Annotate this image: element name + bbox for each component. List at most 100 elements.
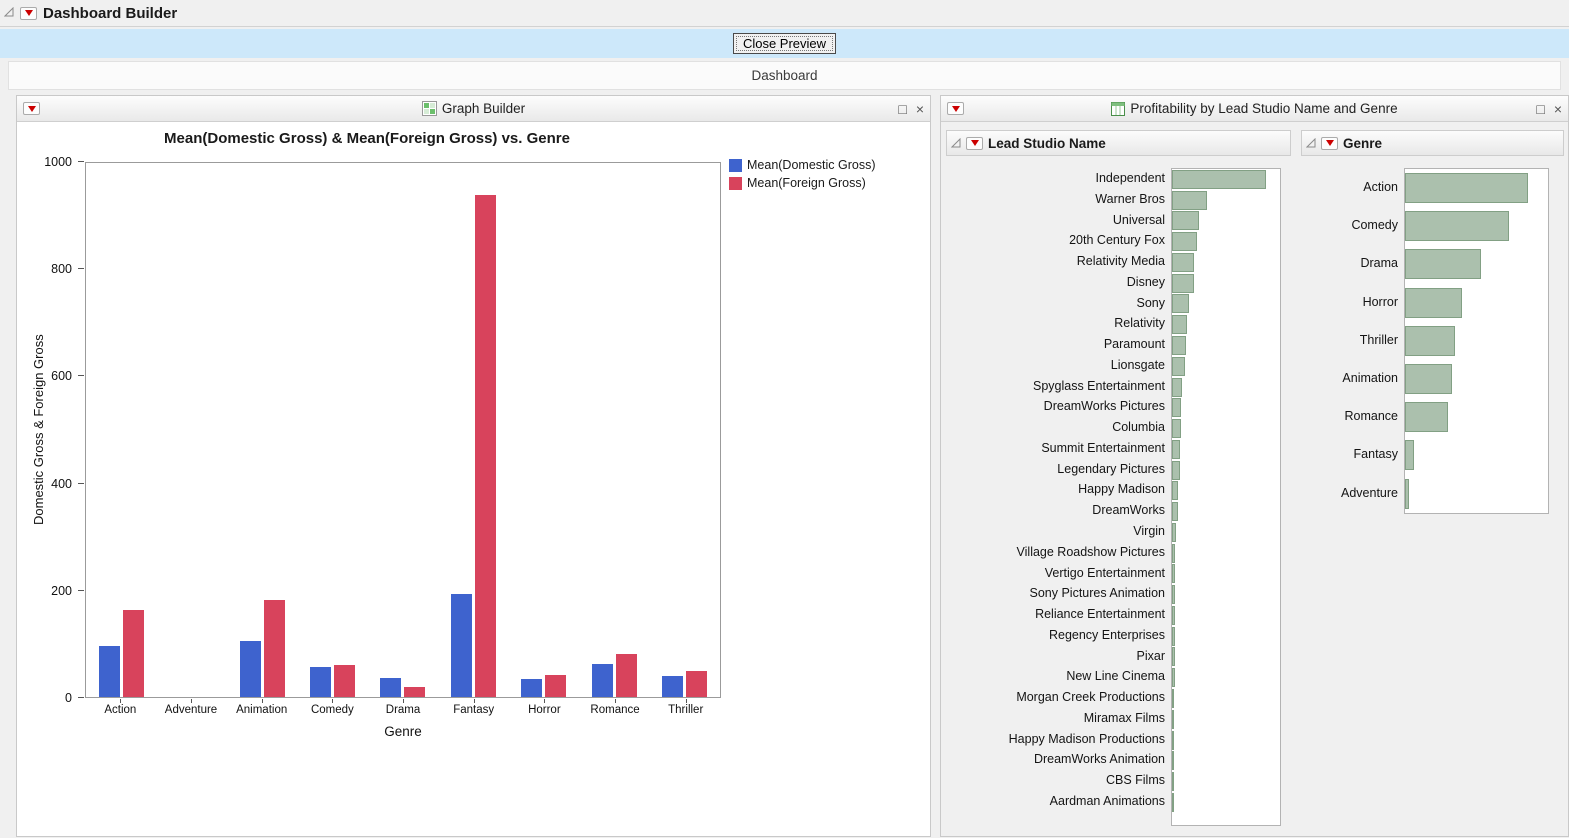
filter-bar[interactable]: [1172, 731, 1174, 750]
chart-bar[interactable]: [380, 678, 401, 697]
red-triangle-menu-button[interactable]: [947, 102, 964, 115]
filter-bar[interactable]: [1172, 523, 1176, 542]
filter-bar[interactable]: [1172, 606, 1175, 625]
chart-bar[interactable]: [686, 671, 707, 697]
filter-row-label[interactable]: Horror: [1301, 283, 1404, 321]
filter-row-label[interactable]: Virgin: [946, 521, 1171, 542]
disclosure-triangle-icon[interactable]: [951, 136, 961, 151]
close-preview-button[interactable]: Close Preview: [733, 33, 836, 54]
filter-row-label[interactable]: Relativity Media: [946, 251, 1171, 272]
filter-row-label[interactable]: Warner Bros: [946, 189, 1171, 210]
filter-row-label[interactable]: Sony Pictures Animation: [946, 583, 1171, 604]
filter-bar[interactable]: [1172, 751, 1174, 770]
filter-row-label[interactable]: Sony: [946, 293, 1171, 314]
filter-row-label[interactable]: DreamWorks Animation: [946, 749, 1171, 770]
filter-row-label[interactable]: DreamWorks Pictures: [946, 396, 1171, 417]
filter-bar[interactable]: [1405, 326, 1455, 356]
filter-row-label[interactable]: DreamWorks: [946, 500, 1171, 521]
filter-bar[interactable]: [1172, 315, 1187, 334]
filter-bar[interactable]: [1172, 419, 1181, 438]
filter-row-label[interactable]: Disney: [946, 272, 1171, 293]
filter-row-label[interactable]: Lionsgate: [946, 355, 1171, 376]
filter-row-label[interactable]: Fantasy: [1301, 435, 1404, 473]
chart-bar[interactable]: [475, 195, 496, 697]
chart-bar[interactable]: [592, 664, 613, 697]
filter-row-label[interactable]: Columbia: [946, 417, 1171, 438]
filter-bar[interactable]: [1172, 627, 1175, 646]
filter-bar[interactable]: [1172, 772, 1174, 791]
filter-row-label[interactable]: 20th Century Fox: [946, 230, 1171, 251]
filter-bar[interactable]: [1172, 253, 1194, 272]
filter-bar[interactable]: [1172, 294, 1189, 313]
filter-row-label[interactable]: Adventure: [1301, 474, 1404, 512]
filter-bar[interactable]: [1172, 793, 1174, 812]
filter-row-label[interactable]: Spyglass Entertainment: [946, 376, 1171, 397]
filter-row-label[interactable]: Paramount: [946, 334, 1171, 355]
chart-bar[interactable]: [264, 600, 285, 697]
close-icon[interactable]: ×: [1554, 102, 1562, 116]
filter-bar[interactable]: [1172, 564, 1175, 583]
filter-row-label[interactable]: Drama: [1301, 244, 1404, 282]
chart-bar[interactable]: [545, 675, 566, 697]
filter-bar[interactable]: [1172, 378, 1182, 397]
filter-bar[interactable]: [1172, 440, 1180, 459]
filter-bar[interactable]: [1172, 647, 1175, 666]
filter-bar[interactable]: [1405, 364, 1452, 394]
chart-bar[interactable]: [521, 679, 542, 697]
filter-bar[interactable]: [1405, 249, 1481, 279]
disclosure-triangle-icon[interactable]: [4, 4, 14, 22]
chart-bar[interactable]: [310, 667, 331, 697]
filter-row-label[interactable]: Legendary Pictures: [946, 459, 1171, 480]
filter-bar[interactable]: [1405, 479, 1409, 509]
filter-row-label[interactable]: Vertigo Entertainment: [946, 563, 1171, 584]
chart-bar[interactable]: [404, 687, 425, 697]
filter-row-label[interactable]: Aardman Animations: [946, 791, 1171, 812]
chart-bar[interactable]: [99, 646, 120, 697]
filter-bar[interactable]: [1172, 232, 1197, 251]
chart-bar[interactable]: [334, 665, 355, 697]
filter-bar[interactable]: [1172, 336, 1186, 355]
close-icon[interactable]: ×: [916, 102, 924, 116]
filter-row-label[interactable]: Morgan Creek Productions: [946, 687, 1171, 708]
chart-bar[interactable]: [240, 641, 261, 697]
chart-bar[interactable]: [123, 610, 144, 697]
filter-row-label[interactable]: Thriller: [1301, 321, 1404, 359]
red-triangle-menu-button[interactable]: [966, 137, 983, 150]
filter-row-label[interactable]: Miramax Films: [946, 708, 1171, 729]
red-triangle-menu-button[interactable]: [23, 102, 40, 115]
filter-row-label[interactable]: CBS Films: [946, 770, 1171, 791]
maximize-icon[interactable]: □: [898, 102, 906, 116]
disclosure-triangle-icon[interactable]: [1306, 136, 1316, 151]
filter-bar[interactable]: [1172, 274, 1194, 293]
filter-row-label[interactable]: New Line Cinema: [946, 666, 1171, 687]
filter-row-label[interactable]: Relativity: [946, 313, 1171, 334]
chart-bar[interactable]: [451, 594, 472, 697]
filter-bar[interactable]: [1172, 461, 1180, 480]
red-triangle-menu-button[interactable]: [1321, 137, 1338, 150]
dashboard-tab[interactable]: Dashboard: [8, 61, 1561, 90]
filter-row-label[interactable]: Independent: [946, 168, 1171, 189]
filter-row-label[interactable]: Reliance Entertainment: [946, 604, 1171, 625]
filter-row-label[interactable]: Romance: [1301, 397, 1404, 435]
filter-bar[interactable]: [1172, 170, 1266, 189]
filter-bar[interactable]: [1172, 544, 1175, 563]
filter-row-label[interactable]: Summit Entertainment: [946, 438, 1171, 459]
filter-bar[interactable]: [1172, 585, 1175, 604]
filter-bar[interactable]: [1405, 402, 1448, 432]
filter-row-label[interactable]: Regency Enterprises: [946, 625, 1171, 646]
filter-bar[interactable]: [1172, 668, 1175, 687]
filter-row-label[interactable]: Comedy: [1301, 206, 1404, 244]
filter-row-label[interactable]: Action: [1301, 168, 1404, 206]
filter-row-label[interactable]: Animation: [1301, 359, 1404, 397]
filter-bar[interactable]: [1172, 398, 1181, 417]
maximize-icon[interactable]: □: [1536, 102, 1544, 116]
filter-row-label[interactable]: Pixar: [946, 646, 1171, 667]
filter-bar[interactable]: [1405, 440, 1414, 470]
filter-bar[interactable]: [1172, 357, 1185, 376]
filter-bar[interactable]: [1172, 710, 1174, 729]
filter-bar[interactable]: [1172, 481, 1178, 500]
filter-bar[interactable]: [1172, 689, 1174, 708]
filter-bar[interactable]: [1405, 288, 1462, 318]
chart-bar[interactable]: [616, 654, 637, 697]
filter-row-label[interactable]: Happy Madison: [946, 479, 1171, 500]
